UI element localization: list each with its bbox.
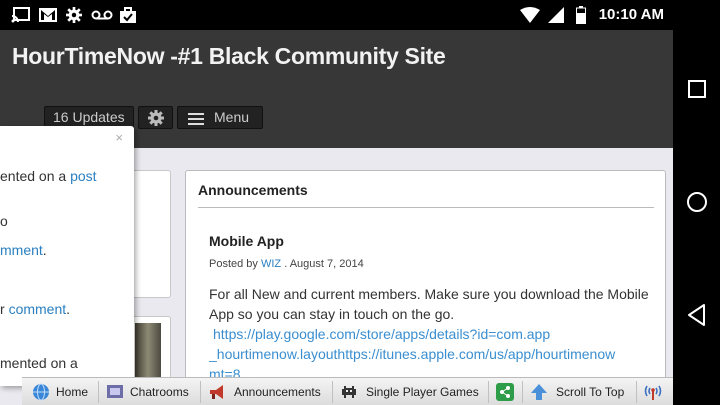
cast-icon: [11, 7, 30, 23]
notification-text: o: [0, 213, 8, 229]
notification-line: o: [0, 213, 8, 229]
announcements-heading: Announcements: [198, 182, 308, 198]
menu-button[interactable]: Menu: [177, 106, 263, 129]
play-store-link[interactable]: https://play.google.com/store/apps/detai…: [209, 324, 657, 344]
single-player-games-link[interactable]: Single Player Games: [340, 378, 479, 405]
broadcast-button[interactable]: [644, 378, 666, 405]
home-label: Home: [56, 385, 89, 399]
share-icon: [496, 383, 514, 401]
webview[interactable]: HourTimeNow -#1 Black Community Site 16 …: [0, 30, 673, 405]
menu-label: Menu: [214, 109, 250, 125]
itunes-link[interactable]: _hourtimenow.layouthttps://itunes.apple.…: [209, 344, 657, 364]
voicemail-icon: [91, 10, 113, 20]
notification-text: .: [66, 301, 71, 317]
site-title[interactable]: HourTimeNow -#1 Black Community Site: [12, 43, 446, 70]
notification-text: ented on a: [0, 168, 71, 184]
notification-link[interactable]: mment: [0, 242, 43, 258]
antenna-icon: [644, 385, 662, 400]
notification-text: r: [0, 301, 9, 317]
clock: 10:10 AM: [598, 6, 664, 23]
post-body: For all New and current members. Make su…: [209, 284, 657, 384]
posted-by-label: Posted by: [209, 258, 258, 270]
bottom-toolbar: Home Chatrooms Announcements Single Play…: [22, 377, 673, 405]
signal-icon: [548, 7, 564, 23]
share-button[interactable]: [496, 378, 518, 405]
back-button[interactable]: [683, 301, 711, 329]
system-nav-bar: [673, 30, 720, 405]
post-author-link[interactable]: WIZ: [261, 258, 281, 270]
notifications-popup: × ented on a post o mment. r comment. me…: [0, 126, 134, 386]
battery-icon: [576, 6, 586, 24]
notification-link[interactable]: post: [70, 168, 96, 184]
briefcase-check-icon: [120, 7, 136, 23]
status-bar: 10:10 AM: [0, 0, 720, 30]
updates-label: 16 Updates: [53, 109, 125, 125]
home-link[interactable]: Home: [32, 378, 88, 405]
up-arrow-icon: [531, 384, 547, 400]
notification-line: mented on a: [0, 355, 78, 371]
settings-gear-icon: [66, 7, 82, 23]
chatrooms-link[interactable]: Chatrooms: [106, 378, 189, 405]
announcements-label: Announcements: [234, 385, 321, 399]
games-label: Single Player Games: [366, 385, 479, 399]
notification-link[interactable]: comment: [9, 301, 67, 317]
post-meta: Posted by WIZ . August 7, 2014: [209, 258, 364, 270]
notification-line: r comment.: [0, 301, 70, 317]
notification-text: mented on a: [0, 355, 78, 371]
post-date: . August 7, 2014: [284, 258, 364, 270]
notification-text: .: [42, 242, 47, 258]
space-invader-icon: [342, 386, 356, 398]
home-button[interactable]: [683, 188, 711, 216]
notification-line: ented on a post: [0, 168, 97, 184]
wifi-icon: [520, 7, 540, 23]
recents-button[interactable]: [683, 75, 711, 103]
globe-icon: [33, 383, 49, 401]
scroll-to-top-button[interactable]: Scroll To Top: [530, 378, 624, 405]
settings-button[interactable]: [138, 106, 173, 129]
notification-line: mment.: [0, 242, 47, 258]
gear-icon: [148, 110, 164, 126]
post-title[interactable]: Mobile App: [209, 233, 284, 249]
close-icon[interactable]: ×: [115, 130, 123, 145]
post-body-text: For all New and current members. Make su…: [209, 286, 649, 322]
megaphone-icon: [210, 385, 223, 399]
chat-icon: [107, 385, 123, 398]
gmail-icon: [39, 8, 57, 22]
announcements-link[interactable]: Announcements: [208, 378, 321, 405]
divider: [198, 207, 654, 208]
hamburger-icon: [188, 113, 204, 125]
chatrooms-label: Chatrooms: [130, 385, 189, 399]
announcements-panel: Announcements Mobile App Posted by WIZ .…: [185, 170, 666, 405]
scroll-to-top-label: Scroll To Top: [556, 385, 625, 399]
